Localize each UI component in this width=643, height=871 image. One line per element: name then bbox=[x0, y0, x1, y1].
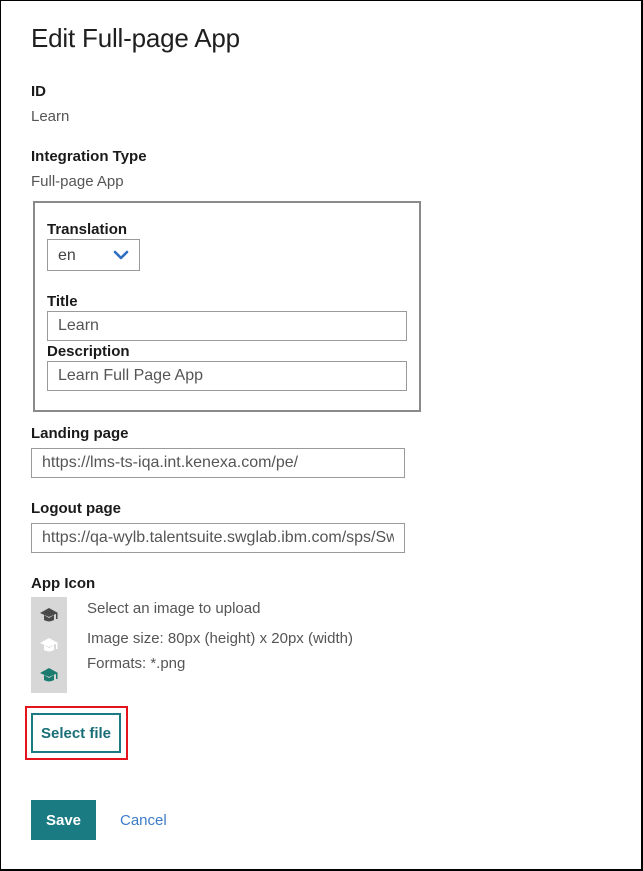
integration-type-value: Full-page App bbox=[31, 173, 124, 190]
image-size-info: Image size: 80px (height) x 20px (width) bbox=[87, 630, 353, 647]
graduation-cap-icon bbox=[40, 668, 58, 682]
upload-instructions: Select an image to upload bbox=[87, 600, 261, 617]
landing-page-input[interactable] bbox=[31, 448, 405, 478]
translation-selected-value: en bbox=[58, 247, 76, 264]
logout-page-input[interactable] bbox=[31, 523, 405, 553]
cancel-link[interactable]: Cancel bbox=[120, 812, 167, 829]
translation-select[interactable]: en bbox=[47, 239, 140, 271]
graduation-cap-icon bbox=[40, 638, 58, 652]
title-label: Title bbox=[47, 293, 78, 310]
id-value: Learn bbox=[31, 108, 70, 125]
app-icon-label: App Icon bbox=[31, 575, 96, 592]
description-label: Description bbox=[47, 343, 130, 360]
id-label: ID bbox=[31, 83, 46, 100]
chevron-down-icon bbox=[113, 250, 129, 260]
graduation-cap-icon bbox=[40, 608, 58, 622]
translation-label: Translation bbox=[47, 221, 128, 238]
page-title: Edit Full-page App bbox=[31, 23, 240, 53]
save-button[interactable]: Save bbox=[31, 800, 96, 840]
title-input[interactable] bbox=[47, 311, 407, 341]
description-input[interactable] bbox=[47, 361, 407, 391]
formats-info: Formats: *.png bbox=[87, 655, 186, 672]
app-icon-preview-strip bbox=[31, 597, 67, 693]
logout-page-label: Logout page bbox=[31, 500, 121, 517]
select-file-button[interactable]: Select file bbox=[31, 713, 121, 753]
landing-page-label: Landing page bbox=[31, 425, 129, 442]
integration-type-label: Integration Type bbox=[31, 148, 147, 165]
